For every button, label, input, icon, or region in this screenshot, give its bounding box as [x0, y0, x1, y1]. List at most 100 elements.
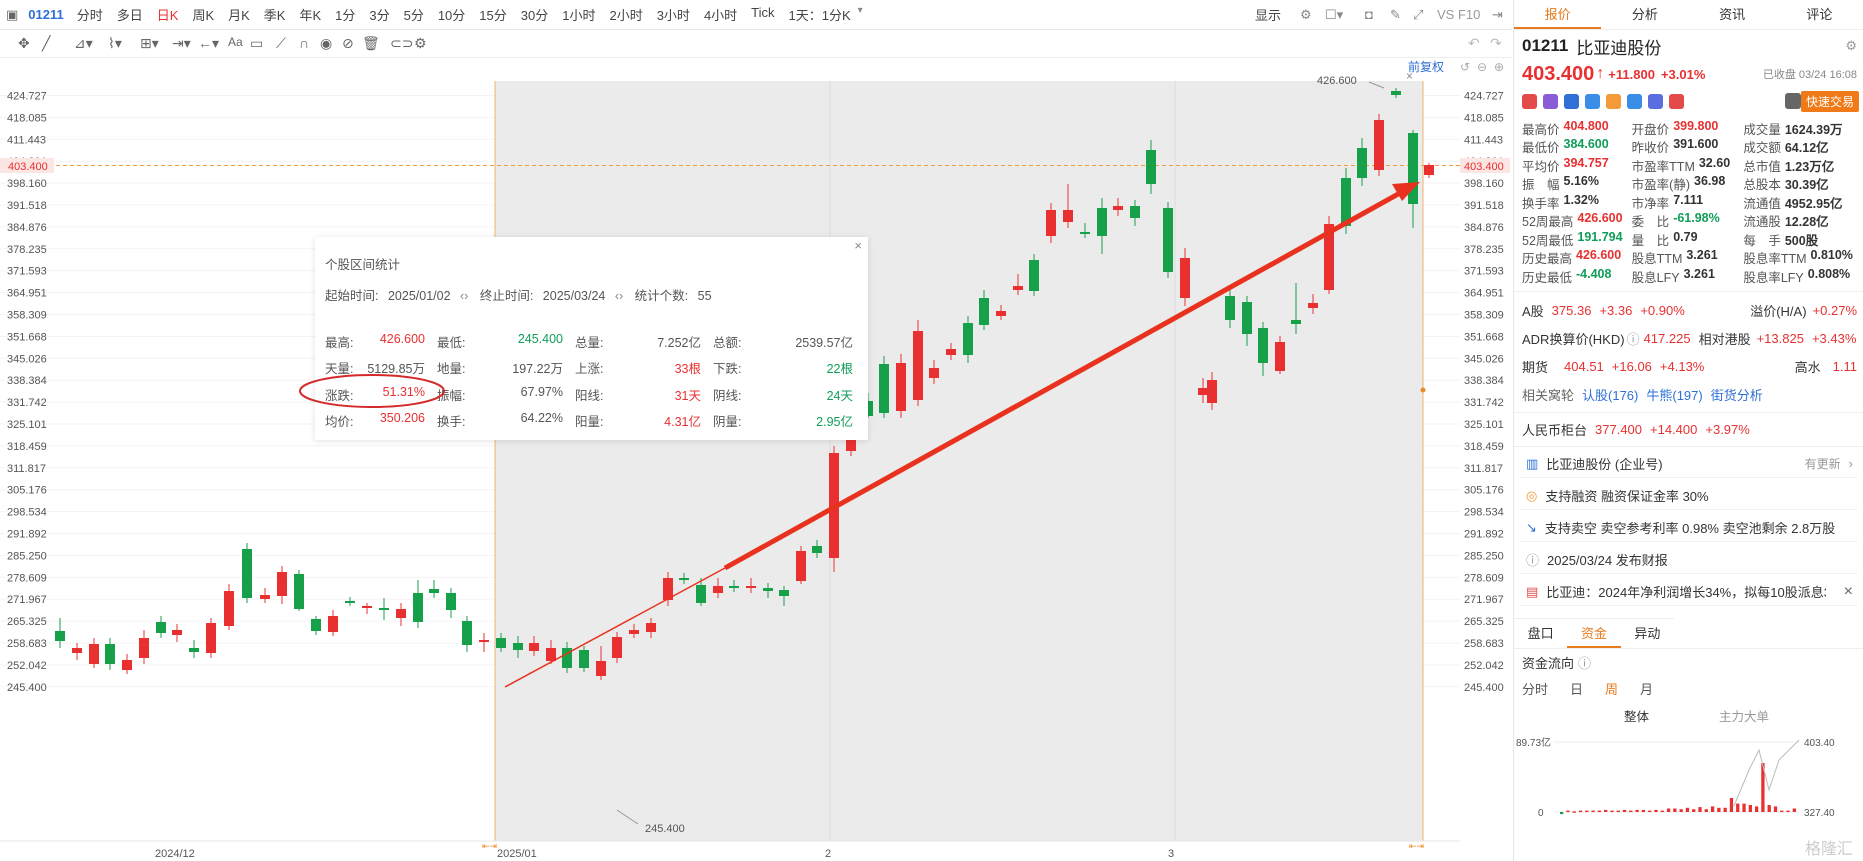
timeframe-18[interactable]: 1天：1分K [782, 5, 858, 24]
tag-icon-1[interactable] [1522, 93, 1537, 109]
timeframe-17[interactable]: Tick [744, 5, 781, 24]
timeframe-10[interactable]: 10分 [431, 5, 472, 24]
timeframe-12[interactable]: 30分 [514, 5, 555, 24]
candle-body[interactable] [729, 586, 739, 588]
flow-bar[interactable] [1729, 797, 1734, 812]
flow-bar[interactable] [1629, 810, 1633, 812]
candle-body[interactable] [1146, 150, 1156, 184]
flow-bar[interactable] [1591, 810, 1595, 812]
camera-icon[interactable]: ◘ [1365, 7, 1373, 22]
flow-bar[interactable] [1754, 805, 1759, 812]
period-1[interactable]: 日 [1570, 679, 1583, 698]
info-icon[interactable]: ⓘ [1627, 329, 1640, 348]
quick-trade-button[interactable]: 快速交易 [1800, 90, 1859, 112]
flow-bar[interactable] [1585, 810, 1589, 812]
candle-body[interactable] [612, 637, 622, 658]
flow-bar[interactable] [1679, 808, 1683, 812]
vs-f10-button[interactable]: VS F10 [1437, 7, 1480, 22]
timeframe-1[interactable]: 多日 [110, 5, 150, 24]
flow-bar[interactable] [1786, 810, 1790, 812]
candle-body[interactable] [963, 323, 973, 355]
stock-code[interactable]: 01211 [22, 7, 69, 22]
candle-body[interactable] [362, 606, 372, 608]
timeframe-5[interactable]: 季K [257, 5, 293, 24]
tag-icon-4[interactable] [1585, 93, 1600, 109]
flow-bar[interactable] [1698, 806, 1702, 812]
flow-bar[interactable] [1685, 807, 1690, 812]
range-tool-icon[interactable]: ⇥▾ [172, 35, 191, 52]
timeframe-16[interactable]: 4小时 [697, 5, 744, 24]
timeframe-13[interactable]: 1小时 [555, 5, 602, 24]
link-icon[interactable]: ⊂⊃ [390, 35, 413, 52]
flow-bar[interactable] [1622, 809, 1627, 812]
kline-chart[interactable]: ⇤⇥ ⇤⇥ × 424.727 424.727 418.085 418.085 411.… [0, 58, 1512, 861]
candle-body[interactable] [996, 311, 1006, 316]
candle-body[interactable] [1080, 232, 1090, 234]
flow-bar[interactable] [1666, 808, 1671, 812]
candle-body[interactable] [1357, 148, 1367, 178]
candle-body[interactable] [242, 549, 252, 598]
candle-body[interactable] [513, 643, 523, 650]
layout-select-icon[interactable]: ☐▾ [1325, 7, 1343, 23]
flow-bar[interactable] [1723, 807, 1727, 812]
candle-body[interactable] [529, 643, 539, 651]
candle-body[interactable] [779, 590, 789, 596]
flow-bar[interactable] [1748, 804, 1752, 812]
candle-body[interactable] [979, 298, 989, 325]
hide-icon[interactable]: ⊘ [342, 35, 354, 52]
candle-body[interactable] [172, 630, 182, 635]
candle-body[interactable] [929, 368, 939, 378]
candle-body[interactable] [629, 630, 639, 634]
fib-tool-icon[interactable]: ⊞▾ [140, 35, 159, 52]
settings-icon-right[interactable]: ⚙ [1845, 38, 1857, 54]
candle-body[interactable] [646, 623, 656, 632]
end-arrows-icon[interactable]: ‹› [615, 289, 623, 303]
candle-body[interactable] [105, 644, 115, 664]
quote-tab-0[interactable]: 报价 [1514, 0, 1602, 29]
candle-body[interactable] [879, 364, 889, 413]
arrow-tool-icon[interactable]: ←▾ [198, 35, 219, 52]
lock-icon[interactable]: ◉ [320, 35, 332, 52]
candle-body[interactable] [1130, 206, 1140, 218]
candle-body[interactable] [156, 622, 166, 633]
candle-body[interactable] [277, 572, 287, 596]
timeframe-8[interactable]: 3分 [362, 5, 396, 24]
redo-icon[interactable]: ↷ [1490, 35, 1502, 52]
candle-body[interactable] [89, 644, 99, 664]
period-3[interactable]: 月 [1640, 679, 1653, 698]
channel-tool-icon[interactable]: ⊿▾ [74, 35, 93, 52]
candle-body[interactable] [1046, 210, 1056, 236]
line-tool-icon[interactable]: ╱ [42, 35, 50, 52]
fuquan-button[interactable]: 前复权 [1408, 59, 1444, 74]
warrant-call-link[interactable]: 认股(176) [1582, 385, 1638, 404]
detail-tab-1[interactable]: 资金 [1567, 619, 1621, 648]
news-card[interactable]: ▤ 比亚迪：2024年净利润增长34%，拟每10股派息3... × [1520, 579, 1857, 606]
candle-body[interactable] [224, 591, 234, 626]
period-2[interactable]: 周 [1605, 679, 1618, 698]
trash-icon[interactable]: 🗑 [362, 35, 380, 52]
timeframe-2[interactable]: 日K [150, 5, 186, 24]
capital-flow-chart[interactable]: 89.73亿 0 403.40 327.40 [1514, 730, 1863, 825]
flow-bar[interactable] [1604, 809, 1608, 812]
candle-body[interactable] [1308, 303, 1318, 308]
close-news-icon[interactable]: × [1844, 583, 1853, 601]
candle-body[interactable] [696, 585, 706, 603]
candle-body[interactable] [812, 546, 822, 553]
text-tool-icon[interactable]: Aa [228, 35, 243, 49]
settings-icon[interactable]: ⚙ [1300, 7, 1312, 23]
candle-body[interactable] [1198, 388, 1208, 395]
candle-body[interactable] [1113, 206, 1123, 210]
zoom-out-icon[interactable]: ⊖ [1477, 60, 1487, 74]
selection-range[interactable] [495, 81, 1423, 841]
flow-bar[interactable] [1566, 810, 1570, 812]
ruler-icon[interactable]: ⟋ [276, 35, 286, 52]
magnet-icon[interactable]: ∩ [299, 35, 309, 51]
candle-body[interactable] [446, 593, 456, 610]
street-analysis-link[interactable]: 街货分析 [1711, 385, 1763, 404]
start-arrows-icon[interactable]: ‹› [460, 289, 468, 303]
zoom-in-icon[interactable]: ⊕ [1494, 60, 1504, 74]
candle-body[interactable] [122, 660, 132, 670]
layout-icon[interactable]: ▣ [6, 7, 22, 23]
detail-tab-0[interactable]: 盘口 [1514, 619, 1567, 648]
flow-bar[interactable] [1792, 808, 1796, 812]
